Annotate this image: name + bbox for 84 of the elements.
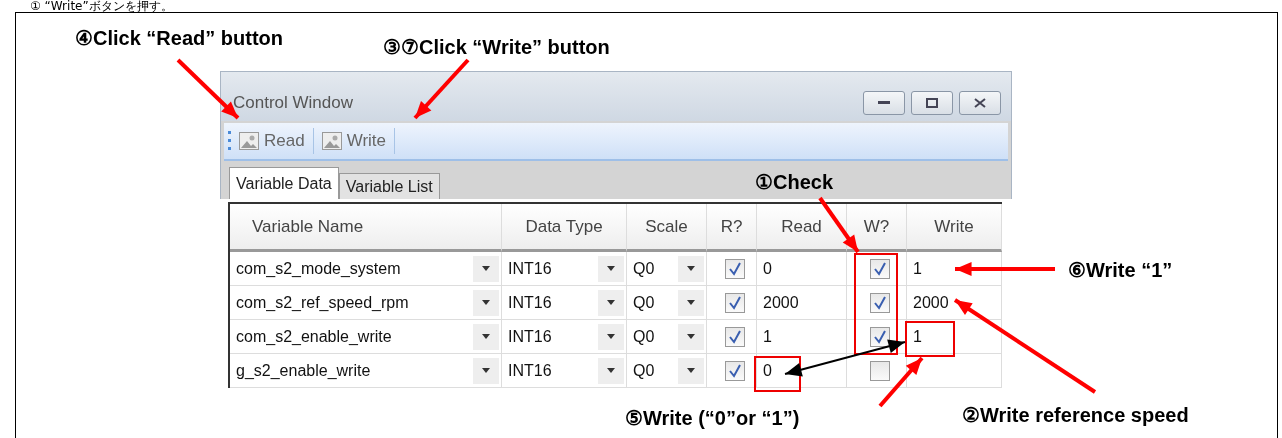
read-value: 2000 bbox=[763, 293, 799, 312]
caret-icon bbox=[482, 300, 490, 305]
table-cell[interactable]: 1 bbox=[907, 320, 1002, 354]
pointer-arrow bbox=[413, 58, 470, 120]
column-header: Read bbox=[757, 204, 847, 252]
caret-icon bbox=[687, 300, 695, 305]
tab[interactable]: Variable List bbox=[338, 173, 440, 199]
checkbox[interactable] bbox=[724, 326, 745, 347]
data-type: INT16 bbox=[508, 293, 552, 312]
caret-icon bbox=[687, 368, 695, 373]
toolbar-button[interactable]: Read bbox=[235, 128, 314, 154]
checkbox[interactable] bbox=[869, 292, 890, 313]
data-type: INT16 bbox=[508, 259, 552, 278]
maximize-button[interactable] bbox=[911, 91, 953, 115]
write-value: 2000 bbox=[913, 293, 949, 312]
read-value: 1 bbox=[763, 327, 772, 346]
caret-icon bbox=[687, 266, 695, 271]
dropdown-button[interactable] bbox=[598, 255, 624, 282]
tab[interactable]: Variable Data bbox=[229, 167, 339, 199]
dropdown-button[interactable] bbox=[678, 357, 704, 384]
read-value: 0 bbox=[763, 361, 772, 380]
variable-name: com_s2_mode_system bbox=[236, 259, 401, 278]
dropdown-button[interactable] bbox=[678, 289, 704, 316]
checkbox[interactable] bbox=[724, 258, 745, 279]
annotation-label: ②Write reference speed bbox=[962, 403, 1189, 427]
checkbox[interactable] bbox=[869, 258, 890, 279]
minimize-icon bbox=[878, 101, 890, 105]
dropdown-button[interactable] bbox=[598, 357, 624, 384]
column-header: W? bbox=[847, 204, 907, 252]
caret-icon bbox=[607, 266, 615, 271]
scale: Q0 bbox=[633, 259, 655, 278]
maximize-icon bbox=[926, 98, 938, 108]
dropdown-button[interactable] bbox=[473, 357, 499, 384]
variable-name: com_s2_ref_speed_rpm bbox=[236, 293, 409, 312]
annotation-label: ①Check bbox=[755, 170, 834, 194]
caret-icon bbox=[482, 368, 490, 373]
toolbar-button[interactable]: Write bbox=[317, 128, 395, 154]
dropdown-button[interactable] bbox=[598, 323, 624, 350]
write-value: 1 bbox=[913, 327, 922, 346]
caret-icon bbox=[687, 334, 695, 339]
close-icon bbox=[974, 98, 986, 108]
annotation-label: ④Click “Read” button bbox=[75, 26, 283, 50]
column-header: R? bbox=[707, 204, 757, 252]
column-header: Variable Name bbox=[230, 204, 502, 252]
annotation-label: ⑥Write “1” bbox=[1068, 258, 1173, 282]
caret-icon bbox=[482, 266, 490, 271]
annotation-label: ③⑦Click “Write” button bbox=[383, 35, 610, 59]
dropdown-button[interactable] bbox=[473, 323, 499, 350]
dropdown-button[interactable] bbox=[678, 323, 704, 350]
close-button[interactable] bbox=[959, 91, 1001, 115]
checkbox[interactable] bbox=[724, 360, 745, 381]
image-icon bbox=[321, 132, 342, 150]
data-type: INT16 bbox=[508, 327, 552, 346]
image-icon bbox=[239, 132, 259, 150]
caret-icon bbox=[607, 300, 615, 305]
data-type: INT16 bbox=[508, 361, 552, 380]
column-header: Write bbox=[907, 204, 1002, 252]
dropdown-button[interactable] bbox=[473, 255, 499, 282]
step-heading: ① “Write”ボタンを押す。 bbox=[29, 0, 174, 12]
write-value: 1 bbox=[913, 259, 922, 278]
caret-icon bbox=[607, 368, 615, 373]
window-title: Control Window bbox=[233, 93, 353, 114]
checkbox[interactable] bbox=[869, 326, 890, 347]
dropdown-button[interactable] bbox=[598, 289, 624, 316]
variable-name: com_s2_enable_write bbox=[236, 327, 392, 346]
checkbox[interactable] bbox=[724, 292, 745, 313]
caret-icon bbox=[482, 334, 490, 339]
annotation-label: ⑤Write (“0”or “1”) bbox=[625, 406, 800, 430]
checkbox[interactable] bbox=[869, 360, 890, 381]
variable-name: g_s2_enable_write bbox=[236, 361, 371, 380]
column-header: Data Type bbox=[502, 204, 627, 252]
scale: Q0 bbox=[633, 293, 655, 312]
grip-icon bbox=[228, 131, 231, 151]
scale: Q0 bbox=[633, 361, 655, 380]
dropdown-button[interactable] bbox=[678, 255, 704, 282]
highlight-frame bbox=[905, 321, 955, 357]
column-header: Scale bbox=[627, 204, 707, 252]
highlight-frame bbox=[754, 356, 801, 392]
read-value: 0 bbox=[763, 259, 772, 278]
minimize-button[interactable] bbox=[863, 91, 905, 115]
caret-icon bbox=[607, 334, 615, 339]
pointer-arrow bbox=[878, 356, 924, 408]
dropdown-button[interactable] bbox=[473, 289, 499, 316]
scale: Q0 bbox=[633, 327, 655, 346]
